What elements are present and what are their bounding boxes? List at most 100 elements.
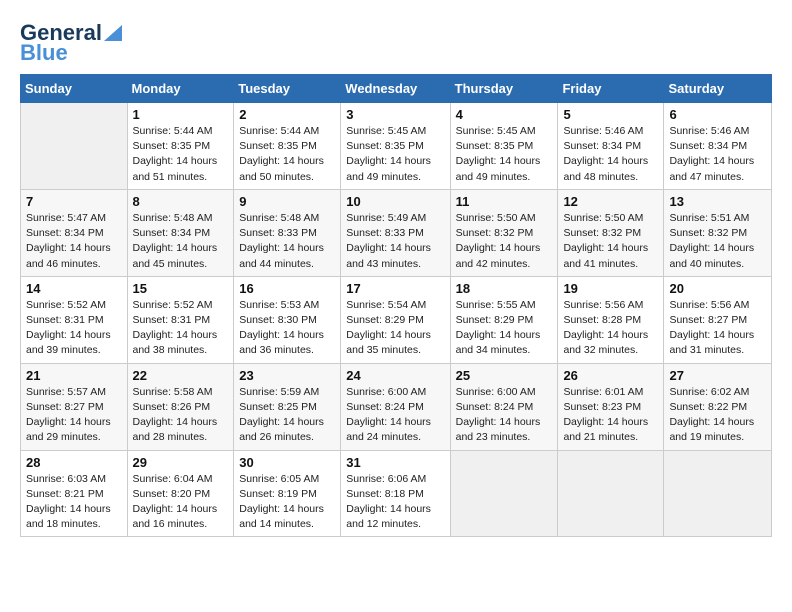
day-info: Sunrise: 6:06 AM Sunset: 8:18 PM Dayligh… bbox=[346, 472, 444, 533]
day-number: 12 bbox=[563, 194, 658, 209]
day-number: 18 bbox=[456, 281, 553, 296]
calendar-cell: 22 Sunrise: 5:58 AM Sunset: 8:26 PM Dayli… bbox=[127, 363, 234, 450]
day-number: 9 bbox=[239, 194, 335, 209]
day-number: 16 bbox=[239, 281, 335, 296]
day-info: Sunrise: 6:03 AM Sunset: 8:21 PM Dayligh… bbox=[26, 472, 122, 533]
weekday-header-monday: Monday bbox=[127, 75, 234, 103]
day-info: Sunrise: 5:47 AM Sunset: 8:34 PM Dayligh… bbox=[26, 211, 122, 272]
page: General Blue SundayMondayTuesdayWednesda… bbox=[0, 0, 792, 612]
logo-icon bbox=[104, 21, 122, 41]
calendar-cell: 30Sunrise: 6:05 AM Sunset: 8:19 PM Dayli… bbox=[234, 450, 341, 537]
day-number: 23 bbox=[239, 368, 335, 383]
day-number: 27 bbox=[669, 368, 766, 383]
day-info: Sunrise: 5:50 AM Sunset: 8:32 PM Dayligh… bbox=[456, 211, 553, 272]
day-info: Sunrise: 5:45 AM Sunset: 8:35 PM Dayligh… bbox=[346, 124, 444, 185]
calendar-cell bbox=[450, 450, 558, 537]
day-info: Sunrise: 5:50 AM Sunset: 8:32 PM Dayligh… bbox=[563, 211, 658, 272]
day-info: Sunrise: 5:55 AM Sunset: 8:29 PM Dayligh… bbox=[456, 298, 553, 359]
calendar-cell: 21 Sunrise: 5:57 AM Sunset: 8:27 PM Dayli… bbox=[21, 363, 128, 450]
weekday-header-saturday: Saturday bbox=[664, 75, 772, 103]
calendar-cell bbox=[664, 450, 772, 537]
week-row-5: 28Sunrise: 6:03 AM Sunset: 8:21 PM Dayli… bbox=[21, 450, 772, 537]
day-info: Sunrise: 5:49 AM Sunset: 8:33 PM Dayligh… bbox=[346, 211, 444, 272]
weekday-header-friday: Friday bbox=[558, 75, 664, 103]
day-info: Sunrise: 5:45 AM Sunset: 8:35 PM Dayligh… bbox=[456, 124, 553, 185]
day-number: 10 bbox=[346, 194, 444, 209]
day-info: Sunrise: 5:48 AM Sunset: 8:33 PM Dayligh… bbox=[239, 211, 335, 272]
calendar-cell: 9 Sunrise: 5:48 AM Sunset: 8:33 PM Daylig… bbox=[234, 189, 341, 276]
day-info: Sunrise: 6:02 AM Sunset: 8:22 PM Dayligh… bbox=[669, 385, 766, 446]
calendar-cell: 6 Sunrise: 5:46 AM Sunset: 8:34 PM Daylig… bbox=[664, 103, 772, 190]
day-info: Sunrise: 5:46 AM Sunset: 8:34 PM Dayligh… bbox=[669, 124, 766, 185]
logo-blue: Blue bbox=[20, 40, 68, 66]
day-info: Sunrise: 5:52 AM Sunset: 8:31 PM Dayligh… bbox=[26, 298, 122, 359]
day-number: 21 bbox=[26, 368, 122, 383]
day-number: 1 bbox=[133, 107, 229, 122]
calendar-cell: 24 Sunrise: 6:00 AM Sunset: 8:24 PM Dayli… bbox=[341, 363, 450, 450]
day-number: 29 bbox=[133, 455, 229, 470]
calendar-cell: 13Sunrise: 5:51 AM Sunset: 8:32 PM Dayli… bbox=[664, 189, 772, 276]
calendar-cell: 12 Sunrise: 5:50 AM Sunset: 8:32 PM Dayli… bbox=[558, 189, 664, 276]
day-number: 5 bbox=[563, 107, 658, 122]
day-info: Sunrise: 6:00 AM Sunset: 8:24 PM Dayligh… bbox=[456, 385, 553, 446]
day-info: Sunrise: 5:44 AM Sunset: 8:35 PM Dayligh… bbox=[133, 124, 229, 185]
day-number: 15 bbox=[133, 281, 229, 296]
day-number: 13 bbox=[669, 194, 766, 209]
calendar-cell: 25Sunrise: 6:00 AM Sunset: 8:24 PM Dayli… bbox=[450, 363, 558, 450]
day-number: 7 bbox=[26, 194, 122, 209]
day-number: 2 bbox=[239, 107, 335, 122]
weekday-header-tuesday: Tuesday bbox=[234, 75, 341, 103]
day-info: Sunrise: 5:52 AM Sunset: 8:31 PM Dayligh… bbox=[133, 298, 229, 359]
calendar-cell: 27 Sunrise: 6:02 AM Sunset: 8:22 PM Dayli… bbox=[664, 363, 772, 450]
day-number: 24 bbox=[346, 368, 444, 383]
day-number: 8 bbox=[133, 194, 229, 209]
day-number: 17 bbox=[346, 281, 444, 296]
calendar-cell: 26 Sunrise: 6:01 AM Sunset: 8:23 PM Dayli… bbox=[558, 363, 664, 450]
day-info: Sunrise: 6:01 AM Sunset: 8:23 PM Dayligh… bbox=[563, 385, 658, 446]
calendar-cell: 8 Sunrise: 5:48 AM Sunset: 8:34 PM Daylig… bbox=[127, 189, 234, 276]
day-number: 6 bbox=[669, 107, 766, 122]
day-number: 26 bbox=[563, 368, 658, 383]
day-number: 14 bbox=[26, 281, 122, 296]
day-info: Sunrise: 6:00 AM Sunset: 8:24 PM Dayligh… bbox=[346, 385, 444, 446]
weekday-header-wednesday: Wednesday bbox=[341, 75, 450, 103]
calendar-cell: 5 Sunrise: 5:46 AM Sunset: 8:34 PM Daylig… bbox=[558, 103, 664, 190]
day-info: Sunrise: 5:53 AM Sunset: 8:30 PM Dayligh… bbox=[239, 298, 335, 359]
calendar-cell: 10 Sunrise: 5:49 AM Sunset: 8:33 PM Dayli… bbox=[341, 189, 450, 276]
day-info: Sunrise: 6:04 AM Sunset: 8:20 PM Dayligh… bbox=[133, 472, 229, 533]
calendar-cell bbox=[558, 450, 664, 537]
day-info: Sunrise: 5:44 AM Sunset: 8:35 PM Dayligh… bbox=[239, 124, 335, 185]
day-info: Sunrise: 5:58 AM Sunset: 8:26 PM Dayligh… bbox=[133, 385, 229, 446]
calendar-cell: 23 Sunrise: 5:59 AM Sunset: 8:25 PM Dayli… bbox=[234, 363, 341, 450]
calendar-cell: 4 Sunrise: 5:45 AM Sunset: 8:35 PM Daylig… bbox=[450, 103, 558, 190]
calendar-cell bbox=[21, 103, 128, 190]
day-number: 4 bbox=[456, 107, 553, 122]
calendar-cell: 14 Sunrise: 5:52 AM Sunset: 8:31 PM Dayli… bbox=[21, 276, 128, 363]
weekday-header-thursday: Thursday bbox=[450, 75, 558, 103]
calendar-cell: 18 Sunrise: 5:55 AM Sunset: 8:29 PM Dayli… bbox=[450, 276, 558, 363]
day-number: 11 bbox=[456, 194, 553, 209]
week-row-2: 7 Sunrise: 5:47 AM Sunset: 8:34 PM Daylig… bbox=[21, 189, 772, 276]
weekday-header-row: SundayMondayTuesdayWednesdayThursdayFrid… bbox=[21, 75, 772, 103]
day-info: Sunrise: 5:59 AM Sunset: 8:25 PM Dayligh… bbox=[239, 385, 335, 446]
calendar-cell: 1 Sunrise: 5:44 AM Sunset: 8:35 PM Daylig… bbox=[127, 103, 234, 190]
day-number: 22 bbox=[133, 368, 229, 383]
day-number: 3 bbox=[346, 107, 444, 122]
day-info: Sunrise: 5:57 AM Sunset: 8:27 PM Dayligh… bbox=[26, 385, 122, 446]
day-info: Sunrise: 5:56 AM Sunset: 8:28 PM Dayligh… bbox=[563, 298, 658, 359]
day-info: Sunrise: 5:54 AM Sunset: 8:29 PM Dayligh… bbox=[346, 298, 444, 359]
day-number: 30 bbox=[239, 455, 335, 470]
calendar-cell: 20Sunrise: 5:56 AM Sunset: 8:27 PM Dayli… bbox=[664, 276, 772, 363]
header: General Blue bbox=[20, 16, 772, 66]
day-info: Sunrise: 5:46 AM Sunset: 8:34 PM Dayligh… bbox=[563, 124, 658, 185]
calendar-cell: 19 Sunrise: 5:56 AM Sunset: 8:28 PM Dayli… bbox=[558, 276, 664, 363]
day-number: 19 bbox=[563, 281, 658, 296]
calendar-cell: 29 Sunrise: 6:04 AM Sunset: 8:20 PM Dayli… bbox=[127, 450, 234, 537]
day-info: Sunrise: 5:56 AM Sunset: 8:27 PM Dayligh… bbox=[669, 298, 766, 359]
calendar-cell: 3 Sunrise: 5:45 AM Sunset: 8:35 PM Daylig… bbox=[341, 103, 450, 190]
week-row-1: 1 Sunrise: 5:44 AM Sunset: 8:35 PM Daylig… bbox=[21, 103, 772, 190]
day-info: Sunrise: 5:48 AM Sunset: 8:34 PM Dayligh… bbox=[133, 211, 229, 272]
calendar-cell: 31Sunrise: 6:06 AM Sunset: 8:18 PM Dayli… bbox=[341, 450, 450, 537]
calendar-cell: 7 Sunrise: 5:47 AM Sunset: 8:34 PM Daylig… bbox=[21, 189, 128, 276]
calendar-cell: 2 Sunrise: 5:44 AM Sunset: 8:35 PM Daylig… bbox=[234, 103, 341, 190]
